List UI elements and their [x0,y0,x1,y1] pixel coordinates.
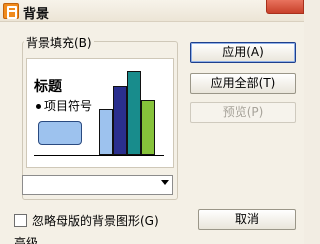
apply-button[interactable]: 应用(A) [190,42,296,63]
chevron-down-icon[interactable] [161,180,169,185]
close-button[interactable] [266,0,304,14]
window-title: 背景 [23,7,50,22]
background-fill-label: 背景填充(B) [24,34,94,51]
preview-title: 标题 [34,79,62,95]
preview-chart-bar [127,71,141,155]
apply-all-button[interactable]: 应用全部(T) [190,73,296,94]
omit-master-graphics-option[interactable]: 忽略母版的背景图形(G) [14,212,159,229]
cancel-button[interactable]: 取消 [198,209,296,230]
omit-master-graphics-label: 忽略母版的背景图形(G) [32,214,159,228]
preview-chart-bar [99,109,113,155]
title-bar: 背景 [0,0,304,22]
preview-button[interactable]: 预览(P) [190,102,296,123]
preview-shape [38,121,82,145]
advanced-label: 高级 [14,236,39,244]
bullet-dot-icon [36,104,41,109]
preview-bullet-text: 项目符号 [44,99,93,113]
preview-chart-axis [34,155,164,156]
background-preview: 标题 项目符号 [26,58,174,168]
fill-dropdown[interactable] [22,175,173,195]
preview-chart-bar [113,86,127,155]
preview-bullet: 项目符号 [36,97,92,114]
preview-chart-bar [141,100,155,155]
app-icon [3,3,19,19]
omit-master-graphics-checkbox[interactable] [14,214,27,227]
